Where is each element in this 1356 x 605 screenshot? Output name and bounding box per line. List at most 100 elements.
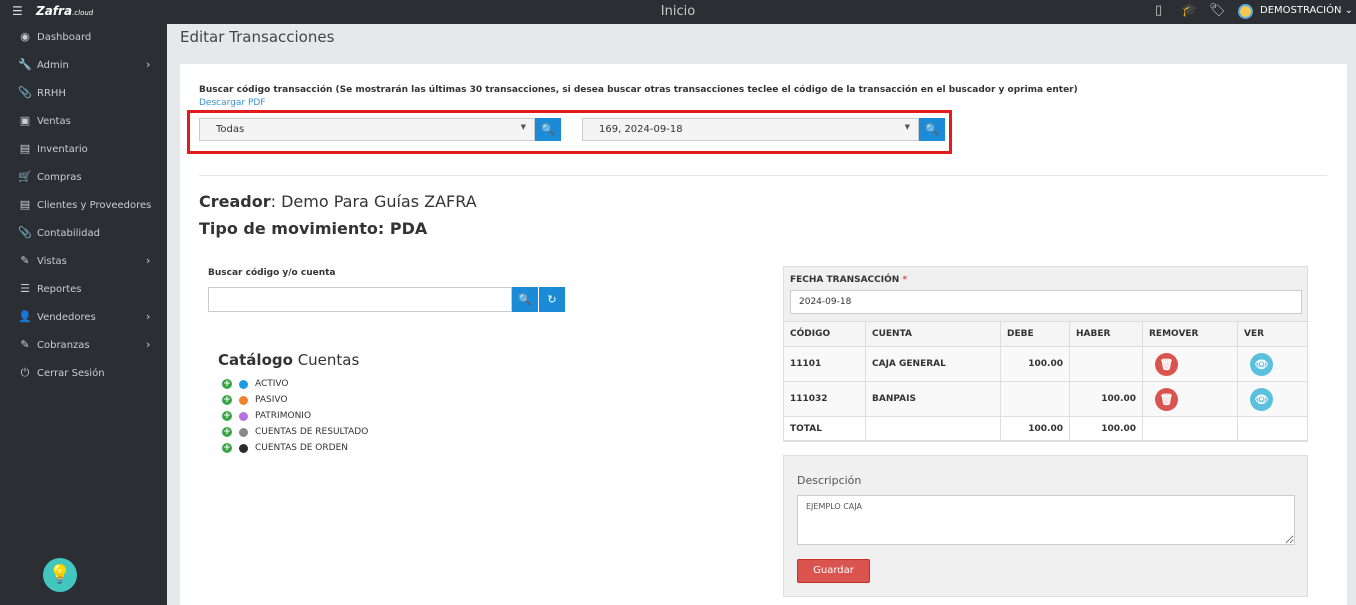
edit-icon: ✎ [20,338,30,351]
search-icon: 🔍 [925,123,939,136]
trash-icon[interactable]: 🗑 [1155,387,1178,411]
col-haber: HABER [1069,321,1143,347]
col-remover: REMOVER [1142,321,1238,347]
color-dot [239,380,248,389]
search-icon: 🔍 [518,293,532,306]
paperclip-icon: 📎 [18,86,32,99]
cell-remove: 🗑 [1142,346,1238,382]
expand-plus-icon[interactable]: + [222,411,232,421]
cart-icon: 🛒 [18,170,32,183]
cell-code: 11101 [783,346,866,382]
movement-type-line: Tipo de movimiento: PDA [199,219,428,238]
cell-credit: 100.00 [1069,381,1143,417]
table-row: 111032 BANPAIS 100.00 🗑 👁 [783,381,1308,417]
book-icon: ▤ [19,198,31,211]
tags-icon[interactable]: 🏷 [1209,3,1226,18]
cell-account: CAJA GENERAL [865,346,1001,382]
sidebar-item-cobranzas[interactable]: ✎ Cobranzas › [0,337,167,357]
wrench-icon: 🔧 [18,58,32,71]
color-dot [239,428,248,437]
chevron-right-icon: › [146,58,151,71]
expand-plus-icon[interactable]: + [222,379,232,389]
search-hint: Buscar código transacción (Se mostrarán … [199,85,1078,95]
total-label: TOTAL [783,416,866,441]
expand-plus-icon[interactable]: + [222,443,232,453]
expand-plus-icon[interactable]: + [222,427,232,437]
account-search-button[interactable]: 🔍 [512,287,538,312]
user-menu[interactable]: DEMOSTRACIÓN ⌄ [1260,5,1353,16]
sidebar-item-ventas[interactable]: ▣ Ventas [0,113,167,133]
filter-select[interactable]: Todas ▼ [199,118,535,141]
total-row: TOTAL 100.00 100.00 [783,416,1308,441]
user-avatar[interactable] [1238,4,1253,19]
eye-icon[interactable]: 👁 [1250,387,1273,411]
catalog-title: Catálogo Cuentas [218,351,360,369]
lightbulb-help-button[interactable]: 💡 [43,558,77,592]
power-icon: ⏻ [20,366,30,379]
divider [199,175,1327,176]
cell-view: 👁 [1237,381,1308,417]
mobile-icon[interactable]: ▯ [1155,3,1162,18]
page-title: Editar Transacciones [180,28,335,46]
menu-toggle-icon[interactable]: ☰ [12,4,23,18]
color-dot [239,412,248,421]
money-icon: ▣ [19,114,31,127]
top-bar: ☰ Zafra.cloud Inicio ▯ 🎓 🏷 DEMOSTRACIÓN … [0,0,1356,24]
refresh-icon: ↻ [547,293,557,306]
description-textarea[interactable]: EJEMPLO CAJA [797,495,1295,545]
brand-logo[interactable]: Zafra.cloud [36,4,93,18]
sidebar-item-clientes-proveedores[interactable]: ▤ Clientes y Proveedores [0,197,167,217]
transaction-search-button[interactable]: 🔍 [919,118,945,141]
eye-icon[interactable]: 👁 [1250,352,1273,376]
cell-debit: 100.00 [1000,346,1070,382]
edit-icon: ✎ [20,254,30,267]
table-header-row: CÓDIGO CUENTA DEBE HABER REMOVER VER [783,321,1308,347]
col-debe: DEBE [1000,321,1070,347]
cell-debit [1000,381,1070,417]
sidebar-item-vendedores[interactable]: 👤 Vendedores › [0,309,167,329]
sidebar: ◉ Dashboard 🔧 Admin › 📎 RRHH ▣ Ventas ▤ … [0,24,167,605]
search-icon: 🔍 [541,123,555,136]
top-bar-title: Inicio [660,4,696,19]
cell-view: 👁 [1237,346,1308,382]
table-row: 11101 CAJA GENERAL 100.00 🗑 👁 [783,346,1308,382]
sidebar-item-admin[interactable]: 🔧 Admin › [0,57,167,77]
sidebar-item-contabilidad[interactable]: 📎 Contabilidad [0,225,167,245]
sidebar-item-dashboard[interactable]: ◉ Dashboard [0,29,167,49]
cell-code: 111032 [783,381,866,417]
sidebar-item-inventario[interactable]: ▤ Inventario [0,141,167,161]
sidebar-item-reportes[interactable]: ☰ Reportes [0,281,167,301]
save-button[interactable]: Guardar [797,559,870,583]
date-label: FECHA TRANSACCIÓN * [790,275,908,285]
cell-account: BANPAIS [865,381,1001,417]
book-icon: ▤ [19,142,31,155]
transaction-select[interactable]: 169, 2024-09-18 ▼ [582,118,919,141]
filter-search-button[interactable]: 🔍 [535,118,561,141]
caret-down-icon: ▼ [520,123,526,131]
sidebar-item-vistas[interactable]: ✎ Vistas › [0,253,167,273]
sidebar-item-cerrar-sesion[interactable]: ⏻ Cerrar Sesión [0,365,167,385]
sidebar-item-rrhh[interactable]: 📎 RRHH [0,85,167,105]
date-input[interactable]: 2024-09-18 [790,290,1302,314]
color-dot [239,444,248,453]
chevron-right-icon: › [146,338,151,351]
transaction-table: CÓDIGO CUENTA DEBE HABER REMOVER VER 111… [783,321,1308,441]
caret-down-icon: ▼ [904,123,910,131]
download-pdf-link[interactable]: Descargar PDF [199,98,266,108]
trash-icon[interactable]: 🗑 [1155,352,1178,376]
chevron-right-icon: › [146,254,151,267]
expand-plus-icon[interactable]: + [222,395,232,405]
total-credit: 100.00 [1069,416,1143,441]
account-search-input[interactable] [208,287,512,312]
cell-credit [1069,346,1143,382]
refresh-button[interactable]: ↻ [539,287,565,312]
paperclip-icon: 📎 [18,226,32,239]
graduation-cap-icon[interactable]: 🎓 [1181,3,1197,18]
dashboard-icon: ◉ [20,30,30,43]
col-codigo: CÓDIGO [783,321,866,347]
user-icon: 👤 [18,310,32,323]
color-dot [239,396,248,405]
cell-remove: 🗑 [1142,381,1238,417]
account-search-label: Buscar código y/o cuenta [208,268,336,278]
sidebar-item-compras[interactable]: 🛒 Compras [0,169,167,189]
